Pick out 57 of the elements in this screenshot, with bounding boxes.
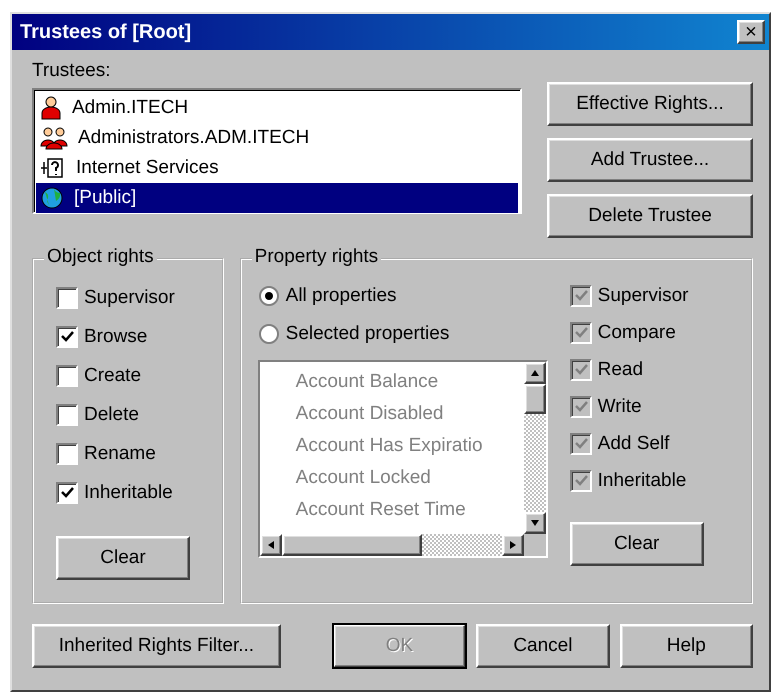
group-icon [40,126,68,150]
checkbox-label: Add Self [598,432,670,454]
checkbox-label: Inheritable [84,482,173,504]
radio-button[interactable] [258,285,280,307]
group-title: Property rights [252,246,382,268]
radio-label: Selected properties [286,323,450,345]
user-icon [40,96,62,120]
trustee-item[interactable]: Admin.ITECH [36,93,518,123]
check-mark-icon [574,290,588,302]
checkbox[interactable] [56,286,78,308]
scrollbar-corner [524,534,546,556]
side-button[interactable]: Delete Trustee [547,194,753,238]
group-title: Object rights [44,246,157,268]
checkbox-label: Create [84,364,142,386]
check-mark-icon [60,330,74,342]
scroll-up-arrow-icon [530,368,540,378]
trustees-list[interactable]: Admin.ITECH Administrators.ADM.ITECH Internet Services [Public] [32,88,522,214]
window-title: Trustees of [Root] [20,20,192,44]
checkbox-label: Supervisor [84,286,175,308]
checkbox-label: Rename [84,442,156,464]
checkbox[interactable] [56,404,78,426]
check-mark-icon [60,486,74,498]
check-mark-icon [574,364,588,376]
globe-icon [40,186,64,210]
checkbox-label: Compare [598,322,676,344]
checkbox-label: Delete [84,404,139,426]
checkbox-label: Read [598,358,644,380]
trustee-item[interactable]: Administrators.ADM.ITECH [36,123,518,153]
check-mark-icon [574,326,588,338]
checkbox[interactable] [56,442,78,464]
dialog-button[interactable]: Help [620,624,754,668]
check-mark-icon [574,438,588,450]
dialog-button[interactable]: Cancel [476,624,610,668]
checkbox-label: Supervisor [598,284,688,306]
clear-button[interactable]: Clear [570,522,704,566]
trustee-item[interactable]: Internet Services [36,153,518,183]
close-button[interactable]: × [737,20,765,44]
checkbox-label: Browse [84,326,148,348]
dialog-button[interactable]: Inherited Rights Filter... [32,624,281,668]
side-button[interactable]: Add Trustee... [547,138,753,182]
trustee-item[interactable]: [Public] [36,183,518,213]
trustees-label: Trustees: [32,60,110,82]
side-button[interactable]: Effective Rights... [547,82,753,126]
radio-label: All properties [286,285,397,307]
checkbox[interactable] [56,482,78,504]
unknown-object-icon [40,156,66,180]
check-mark-icon [574,400,588,412]
clear-button[interactable]: Clear [56,536,190,580]
checkbox[interactable] [56,364,78,386]
scroll-right-arrow-icon [508,540,518,550]
radio-button[interactable] [258,323,280,345]
checkbox-label: Write [598,396,642,418]
checkbox[interactable] [56,326,78,348]
scroll-left-arrow-icon [266,540,276,550]
check-mark-icon [574,474,588,486]
checkbox-label: Inheritable [598,470,686,492]
scroll-down-arrow-icon [530,518,540,528]
